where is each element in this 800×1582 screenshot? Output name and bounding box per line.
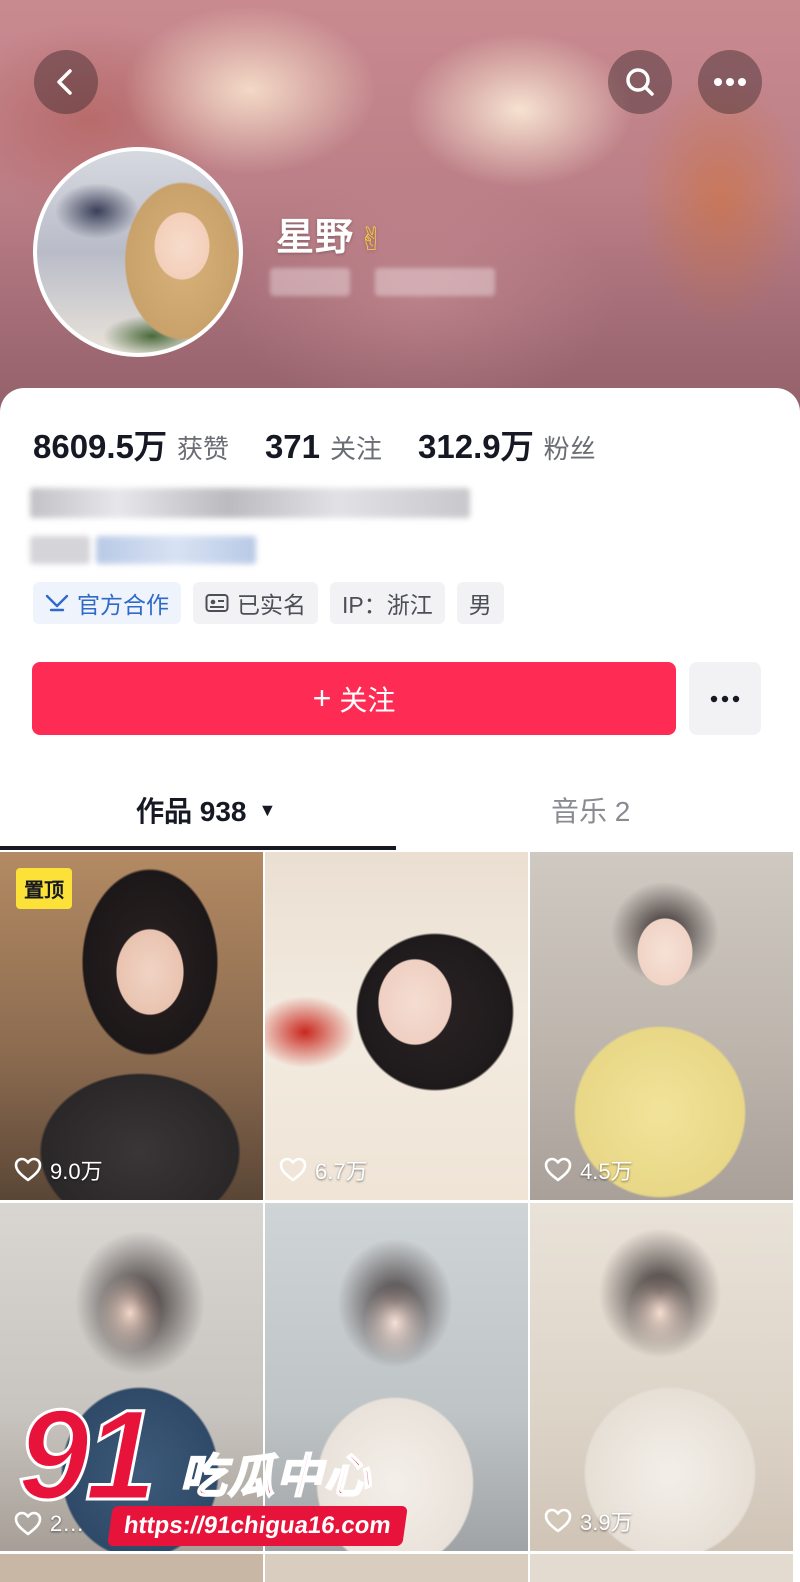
video-likes-count: 6.7万 [315,1159,368,1184]
redacted-id [375,268,495,296]
watermark-number: 91 [16,1384,157,1527]
tab-music-label: 音乐 2 [551,796,631,827]
active-tab-indicator [0,846,396,850]
heart-icon [14,1157,42,1182]
tag-ip-location: IP：浙江 [330,582,445,624]
video-thumbnail[interactable]: 3.9万 [530,1203,793,1551]
video-thumbnail[interactable]: 置顶 9.0万 [0,852,263,1200]
likes-label: 获赞 [176,434,229,464]
victory-hand-icon: ✌ [358,220,386,258]
video-thumbnail-peek[interactable] [265,1554,528,1582]
video-likes: 3.9万 [544,1505,633,1537]
search-button[interactable] [608,50,672,114]
video-thumbnail[interactable]: 6.7万 [265,852,528,1200]
heart-icon [279,1157,307,1182]
redacted-bio [30,536,90,564]
tag-label: 已实名 [237,592,306,618]
tag-gender: 男 [456,582,504,624]
redacted-bio [30,488,470,518]
more-horizontal-icon [714,78,746,86]
plus-icon: + [312,680,332,716]
tag-label: 男 [468,592,492,618]
tab-works-label: 作品 938 [136,796,247,827]
profile-name-text: 星野 [276,217,355,259]
back-button[interactable] [34,50,98,114]
video-thumbnail-peek[interactable] [0,1554,263,1582]
redacted-link [96,536,256,564]
search-icon [626,68,654,96]
follow-button[interactable]: + 关注 [32,662,676,735]
video-thumbnail-peek[interactable] [530,1554,793,1582]
watermark-logo: 91 吃瓜中心 https://91chigua16.com [12,1384,432,1552]
caret-down-icon: ▼ [258,799,277,820]
watermark-url: https://91chigua16.com [107,1506,408,1546]
followers-label[interactable]: 粉丝 [544,429,596,466]
profile-tags: 官方合作 已实名 IP：浙江 男 [33,582,504,624]
heart-icon [544,1157,572,1182]
redacted-id [270,268,350,296]
tab-works[interactable]: 作品 938 ▼ [136,790,276,830]
tag-label: 官方合作 [77,592,169,618]
video-likes: 6.7万 [279,1154,368,1186]
video-likes-count: 9.0万 [50,1159,103,1184]
video-likes: 9.0万 [14,1154,103,1186]
profile-stats: 8609.5万 获赞 371 关注 312.9万 粉丝 [33,420,632,468]
video-likes-count: 3.9万 [580,1510,633,1535]
avatar[interactable] [33,147,243,357]
video-likes: 4.5万 [544,1154,633,1186]
tag-verified-identity[interactable]: 已实名 [193,582,318,624]
id-card-icon [205,593,229,613]
more-options-button[interactable] [698,50,762,114]
tag-label: IP：浙江 [342,592,433,618]
tab-music[interactable]: 音乐 2 [551,790,630,830]
likes-count: 8609.5万 [33,428,167,465]
following-label[interactable]: 关注 [330,429,382,466]
follow-button-label: 关注 [339,684,396,716]
following-count[interactable]: 371 [265,428,320,466]
tag-official-cooperation[interactable]: 官方合作 [33,582,181,624]
more-actions-button[interactable] [689,662,761,735]
video-thumbnail[interactable]: 4.5万 [530,852,793,1200]
video-likes-count: 4.5万 [580,1159,633,1184]
chevron-left-icon [57,69,72,95]
followers-count[interactable]: 312.9万 [418,420,534,468]
watermark-text: 吃瓜中心 [179,1449,372,1503]
official-badge-icon [45,592,69,614]
profile-name: 星野 ✌ [276,206,386,261]
more-horizontal-icon [710,695,740,702]
heart-icon [544,1508,572,1533]
pinned-badge: 置顶 [16,868,72,909]
